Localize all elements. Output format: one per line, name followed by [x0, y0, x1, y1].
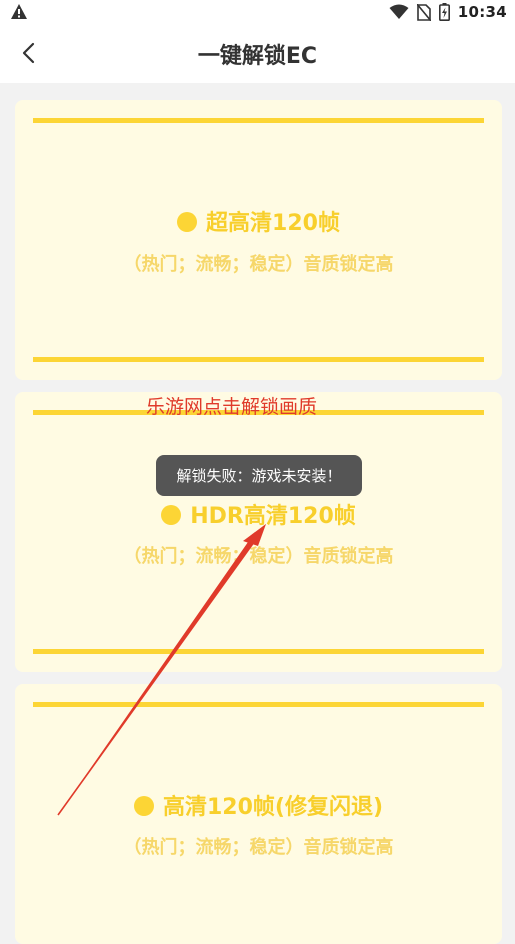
battery-icon	[438, 3, 450, 21]
card-description: （热门；流畅；稳定）音质锁定高	[123, 546, 394, 567]
card-title: 超高清120帧	[15, 205, 502, 237]
warning-icon	[11, 4, 27, 19]
wifi-icon	[389, 4, 409, 19]
status-time: 10:34	[457, 3, 507, 21]
card-title-text: 高清120帧(修复闪退)	[162, 795, 384, 820]
unlock-option-card[interactable]: 超高清120帧 （热门；流畅；稳定）音质锁定高	[15, 100, 502, 380]
card-description: （热门；流畅；稳定）音质锁定高	[123, 254, 394, 275]
unlock-option-card[interactable]: HDR高清120帧 （热门；流畅；稳定）音质锁定高	[15, 392, 502, 672]
toast-message: 解锁失败：游戏未安装！	[156, 455, 362, 496]
page-title: 一键解锁EC	[197, 44, 318, 69]
status-bar: 10:34	[0, 0, 515, 24]
card-description: （热门；流畅；稳定）音质锁定高	[123, 837, 394, 858]
card-top-bar	[33, 118, 484, 123]
card-top-bar	[33, 702, 484, 707]
annotation-text: 乐游网点击解锁画质	[146, 396, 318, 418]
card-bottom-bar	[33, 357, 484, 362]
card-bottom-bar	[33, 649, 484, 654]
card-title-text: 超高清120帧	[206, 211, 340, 236]
dot-icon	[133, 796, 154, 816]
status-bar-right: 10:34	[389, 0, 507, 24]
dot-icon	[161, 505, 182, 525]
unlock-option-card[interactable]: 高清120帧(修复闪退) （热门；流畅；稳定）音质锁定高	[15, 684, 502, 944]
app-bar: 一键解锁EC	[0, 24, 515, 83]
card-title: HDR高清120帧	[15, 498, 502, 530]
no-sim-icon	[416, 3, 431, 21]
card-title-text: HDR高清120帧	[190, 504, 356, 529]
dot-icon	[177, 212, 198, 232]
card-title: 高清120帧(修复闪退)	[15, 789, 502, 821]
